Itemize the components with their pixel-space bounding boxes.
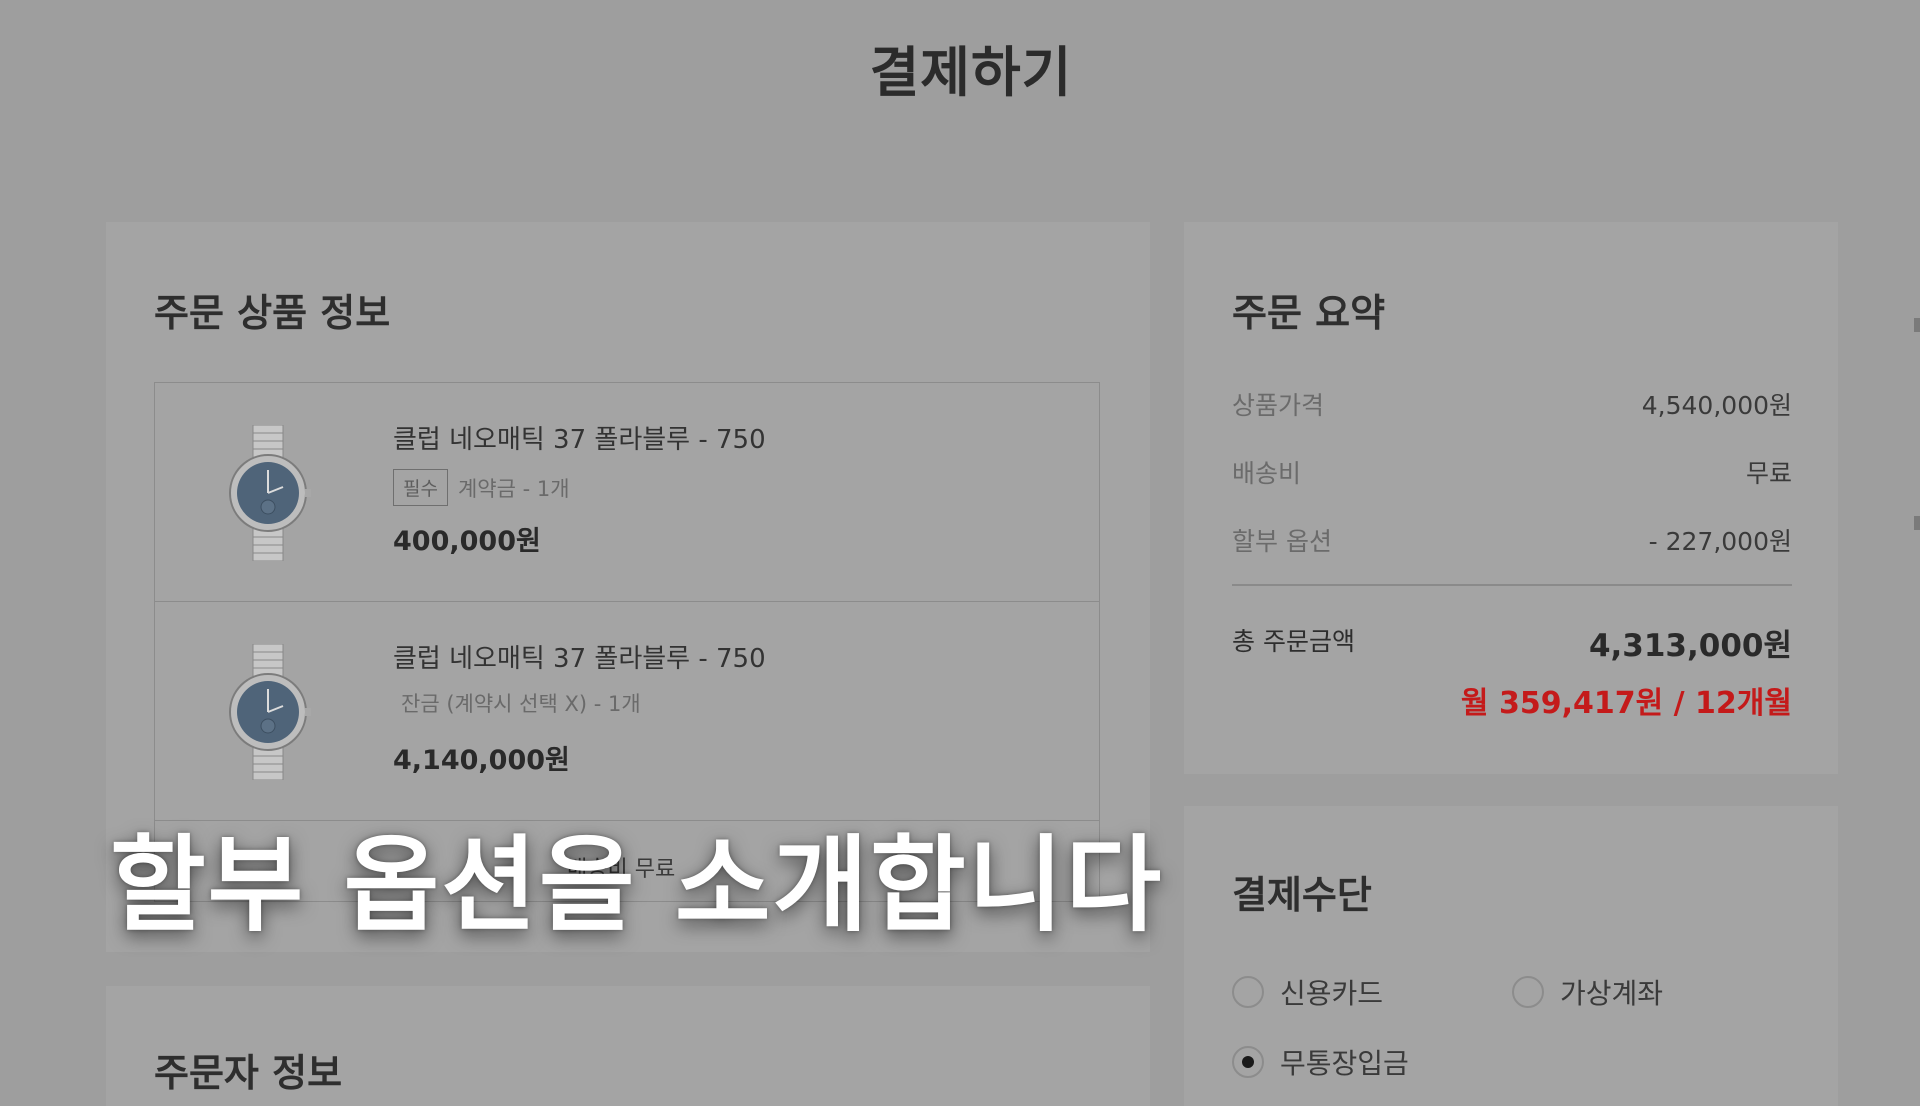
summary-divider bbox=[1232, 584, 1792, 586]
payment-option-label: 신용카드 bbox=[1280, 977, 1384, 1010]
required-badge: 필수 bbox=[393, 469, 448, 506]
payment-option-card[interactable]: 신용카드 bbox=[1232, 972, 1383, 1012]
monthly-installment: 월 359,417원 / 12개월 bbox=[1460, 686, 1792, 721]
product-price: 4,140,000원 bbox=[393, 745, 570, 776]
payment-option-label: 무통장입금 bbox=[1280, 1047, 1409, 1080]
payment-option-virtual-account[interactable]: 가상계좌 bbox=[1512, 972, 1663, 1012]
orderer-card: 주문자 정보 bbox=[106, 986, 1150, 1106]
orderer-title: 주문자 정보 bbox=[154, 1051, 343, 1095]
total-value: 4,313,000원 bbox=[1588, 628, 1792, 664]
product-option-text: 잔금 (계약시 선택 X) - 1개 bbox=[401, 692, 641, 716]
watch-image bbox=[229, 644, 311, 780]
product-option: 필수 계약금 - 1개 bbox=[393, 469, 570, 506]
watch-image bbox=[229, 425, 311, 561]
page-title: 결제하기 bbox=[869, 41, 1073, 104]
edge-mark bbox=[1914, 516, 1920, 530]
payment-option-bank-transfer[interactable]: 무통장입금 bbox=[1232, 1042, 1409, 1082]
summary-row-installment: 할부 옵션 - 227,000원 bbox=[1232, 522, 1792, 558]
summary-row-price: 상품가격 4,540,000원 bbox=[1232, 386, 1792, 422]
payment-method-card: 결제수단 신용카드 가상계좌 무통장입금 bbox=[1184, 806, 1838, 1106]
summary-value: 무료 bbox=[1745, 459, 1792, 488]
radio-button-selected[interactable] bbox=[1232, 1046, 1264, 1078]
summary-label: 할부 옵션 bbox=[1232, 527, 1332, 556]
video-caption: 할부 옵션을 소개합니다 bbox=[110, 823, 1164, 946]
payment-option-label: 가상계좌 bbox=[1560, 977, 1664, 1010]
order-summary-card: 주문 요약 상품가격 4,540,000원 배송비 무료 할부 옵션 - 227… bbox=[1184, 222, 1838, 774]
product-item[interactable]: 클럽 네오매틱 37 폴라블루 - 750 잔금 (계약시 선택 X) - 1개… bbox=[155, 602, 1099, 821]
product-option-text: 계약금 - 1개 bbox=[457, 476, 570, 501]
total-label: 총 주문금액 bbox=[1232, 627, 1355, 656]
summary-row-shipping: 배송비 무료 bbox=[1232, 454, 1792, 490]
product-name: 클럽 네오매틱 37 폴라블루 - 750 bbox=[393, 644, 766, 674]
product-item[interactable]: 클럽 네오매틱 37 폴라블루 - 750 필수 계약금 - 1개 400,00… bbox=[155, 383, 1099, 602]
product-price: 400,000원 bbox=[393, 526, 541, 557]
order-summary-title: 주문 요약 bbox=[1232, 291, 1386, 335]
radio-button[interactable] bbox=[1232, 976, 1264, 1008]
order-products-title: 주문 상품 정보 bbox=[154, 291, 391, 335]
payment-method-title: 결제수단 bbox=[1232, 873, 1372, 917]
summary-value: - 227,000원 bbox=[1648, 527, 1792, 556]
product-name: 클럽 네오매틱 37 폴라블루 - 750 bbox=[393, 425, 766, 455]
summary-label: 배송비 bbox=[1232, 459, 1302, 488]
summary-label: 상품가격 bbox=[1232, 391, 1325, 420]
radio-button[interactable] bbox=[1512, 976, 1544, 1008]
product-option: 잔금 (계약시 선택 X) - 1개 bbox=[401, 688, 641, 718]
summary-value: 4,540,000원 bbox=[1641, 391, 1792, 420]
edge-mark bbox=[1914, 318, 1920, 332]
